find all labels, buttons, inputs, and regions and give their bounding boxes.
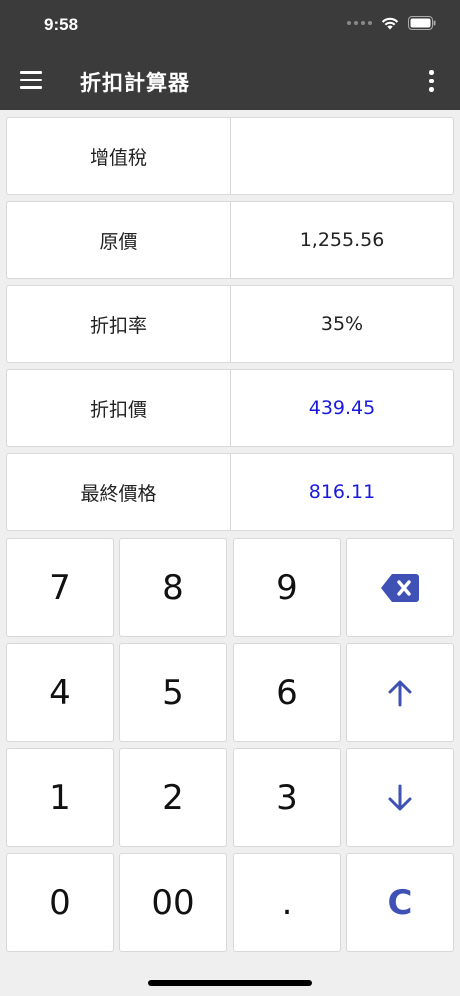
vat-label: 增值稅 <box>7 118 231 194</box>
vat-field[interactable] <box>231 118 453 194</box>
discount-rate-label: 折扣率 <box>7 286 231 362</box>
discount-rate-row: 折扣率 35% <box>6 285 454 363</box>
app-bar: 折扣計算器 <box>0 52 460 110</box>
final-price-row: 最終價格 816.11 <box>6 453 454 531</box>
key-9[interactable]: 9 <box>233 538 341 637</box>
key-0[interactable]: 0 <box>6 853 114 952</box>
vat-row: 增值稅 <box>6 117 454 195</box>
status-icons <box>347 16 436 30</box>
battery-icon <box>408 16 436 30</box>
status-time: 9:58 <box>44 15 79 34</box>
move-up-button[interactable] <box>346 643 454 742</box>
menu-icon[interactable] <box>20 71 42 89</box>
more-vert-icon[interactable] <box>428 70 434 92</box>
key-5[interactable]: 5 <box>119 643 227 742</box>
key-7[interactable]: 7 <box>6 538 114 637</box>
backspace-icon <box>381 573 419 602</box>
key-4[interactable]: 4 <box>6 643 114 742</box>
key-00[interactable]: 00 <box>119 853 227 952</box>
wifi-icon <box>381 17 399 29</box>
backspace-button[interactable] <box>346 538 454 637</box>
discount-rate-field[interactable]: 35% <box>231 286 453 362</box>
original-price-label: 原價 <box>7 202 231 278</box>
discount-amount-value: 439.45 <box>308 397 376 419</box>
arrow-up-icon <box>388 680 412 706</box>
move-down-button[interactable] <box>346 748 454 847</box>
key-6[interactable]: 6 <box>233 643 341 742</box>
page-title: 折扣計算器 <box>80 71 190 95</box>
status-bar: 9:58 <box>0 0 460 52</box>
key-8[interactable]: 8 <box>119 538 227 637</box>
key-3[interactable]: 3 <box>233 748 341 847</box>
discount-amount-row: 折扣價 439.45 <box>6 369 454 447</box>
signal-icon <box>347 21 372 25</box>
key-2[interactable]: 2 <box>119 748 227 847</box>
arrow-down-icon <box>388 784 412 810</box>
key-decimal[interactable]: . <box>233 853 341 952</box>
discount-amount-label: 折扣價 <box>7 370 231 446</box>
key-1[interactable]: 1 <box>6 748 114 847</box>
home-indicator <box>148 980 312 986</box>
final-price-value: 816.11 <box>308 481 376 503</box>
final-price-label: 最終價格 <box>7 454 231 530</box>
original-price-field[interactable]: 1,255.56 <box>231 202 453 278</box>
clear-button[interactable]: C <box>346 853 454 952</box>
original-price-row: 原價 1,255.56 <box>6 201 454 279</box>
